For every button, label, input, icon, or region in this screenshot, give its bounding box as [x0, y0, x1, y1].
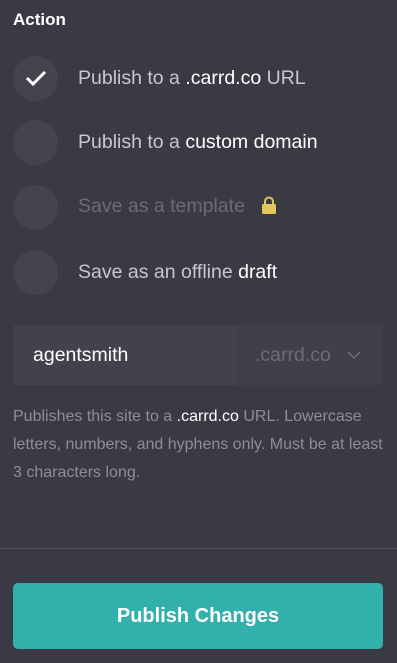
- domain-suffix-value: .carrd.co: [255, 343, 331, 366]
- publish-changes-button[interactable]: Publish Changes: [13, 583, 383, 649]
- radio-button[interactable]: [13, 119, 58, 165]
- option-publish-carrd-url[interactable]: Publish to a .carrd.co URL: [13, 55, 383, 101]
- radio-button[interactable]: [13, 249, 58, 295]
- publish-panel: Action Publish to a .carrd.co URL Publis…: [0, 0, 397, 663]
- option-save-template[interactable]: Save as a template: [13, 184, 383, 230]
- option-label: Publish to a custom domain: [78, 130, 318, 153]
- option-label: Publish to a .carrd.co URL: [78, 66, 306, 89]
- subdomain-input[interactable]: [13, 325, 235, 385]
- option-publish-custom-domain[interactable]: Publish to a custom domain: [13, 119, 383, 165]
- help-text: Publishes this site to a .carrd.co URL. …: [13, 408, 383, 481]
- chevron-down-icon: [347, 350, 361, 359]
- section-title: Action: [13, 10, 66, 29]
- lock-icon: [261, 196, 277, 220]
- option-save-offline-draft[interactable]: Save as an offline draft: [13, 249, 383, 295]
- radio-button[interactable]: [13, 184, 58, 230]
- domain-field-group: .carrd.co: [13, 325, 383, 385]
- checkmark-icon: [25, 70, 46, 87]
- radio-button[interactable]: [13, 55, 58, 101]
- divider: [0, 548, 397, 549]
- option-label: Save as an offline draft: [78, 260, 278, 283]
- domain-suffix-select[interactable]: .carrd.co: [235, 325, 383, 385]
- option-label: Save as a template: [78, 195, 277, 220]
